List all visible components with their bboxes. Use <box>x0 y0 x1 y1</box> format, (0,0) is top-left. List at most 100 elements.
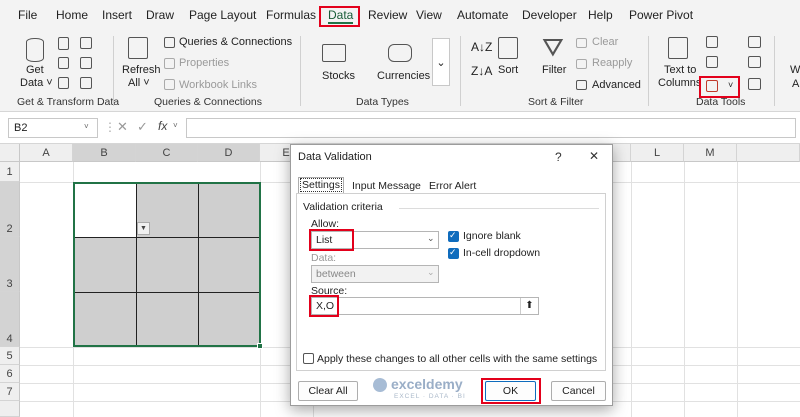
chevron-down-icon[interactable]: ˅ <box>173 121 178 130</box>
text-to-columns-label-1[interactable]: Text to <box>664 64 696 76</box>
get-data-label-2[interactable]: Data ˅ <box>20 77 53 89</box>
in-cell-dropdown-checkbox[interactable]: ✓ <box>448 247 459 259</box>
row-header[interactable]: 7 <box>0 383 20 401</box>
active-cell-b2[interactable] <box>75 184 136 237</box>
row-header[interactable]: 4 <box>0 292 20 347</box>
tab-file[interactable]: File <box>18 8 37 22</box>
what-if-analysis-label[interactable]: W <box>790 64 800 76</box>
column-header[interactable]: B <box>73 144 136 162</box>
range-selector-icon[interactable]: ⬆ <box>520 298 538 314</box>
get-data-label-1[interactable]: Get <box>26 64 44 76</box>
currency-icon <box>388 44 412 62</box>
refresh-all-label-2[interactable]: All ˅ <box>128 77 150 89</box>
help-icon[interactable]: ? <box>555 150 562 164</box>
filter-button[interactable]: Filter <box>542 64 566 76</box>
data-types-gallery-expand[interactable]: ⌄ <box>432 38 450 86</box>
apply-all-label: Apply these changes to all other cells w… <box>317 353 598 365</box>
highlight-data-tab <box>319 6 360 27</box>
what-if-analysis-label-2[interactable]: A <box>792 78 799 90</box>
clear-icon <box>576 38 587 48</box>
in-cell-dropdown-label: In-cell dropdown <box>463 247 541 259</box>
currencies-button[interactable]: Currencies <box>377 70 430 82</box>
tab-page-layout[interactable]: Page Layout <box>189 8 256 22</box>
ignore-blank-checkbox[interactable]: ✓ <box>448 230 459 242</box>
dots-icon: ⋮ <box>104 120 116 134</box>
row-header[interactable]: 6 <box>0 365 20 383</box>
section-validation-criteria: Validation criteria <box>303 201 383 213</box>
relationships-icon[interactable] <box>748 56 761 68</box>
source-input[interactable]: X,O <box>311 297 539 315</box>
stocks-button[interactable]: Stocks <box>322 70 355 82</box>
tab-error-alert[interactable]: Error Alert <box>429 180 476 192</box>
cancel-icon[interactable]: ✕ <box>117 119 128 135</box>
in-cell-dropdown-arrow-icon[interactable]: ▼ <box>137 222 150 235</box>
tab-draw[interactable]: Draw <box>146 8 174 22</box>
refresh-all-label-1[interactable]: Refresh <box>122 64 161 76</box>
column-header[interactable]: C <box>136 144 198 162</box>
tab-settings[interactable]: Settings <box>298 177 344 194</box>
row-header[interactable]: 5 <box>0 347 20 365</box>
formula-input[interactable] <box>186 118 796 138</box>
existing-connections-icon[interactable] <box>80 57 92 69</box>
insert-function-icon[interactable]: fx <box>158 119 167 133</box>
tab-developer[interactable]: Developer <box>522 8 577 22</box>
row-header[interactable] <box>0 401 20 417</box>
group-label-sort-filter: Sort & Filter <box>528 96 584 108</box>
fill-handle[interactable] <box>257 343 263 349</box>
advanced-button[interactable]: Advanced <box>592 79 641 91</box>
enter-icon[interactable]: ✓ <box>137 119 148 135</box>
manage-data-model-icon[interactable] <box>748 78 761 90</box>
name-box-dropdown-icon[interactable]: ˅ <box>84 122 89 131</box>
queries-connections-button[interactable]: Queries & Connections <box>179 36 292 48</box>
select-all-corner[interactable] <box>0 144 20 162</box>
row-header[interactable]: 2 <box>0 182 20 237</box>
tab-formulas[interactable]: Formulas <box>266 8 316 22</box>
chevron-down-icon[interactable]: ⌄ <box>427 233 435 244</box>
consolidate-icon[interactable] <box>748 36 761 48</box>
column-header[interactable]: M <box>684 144 737 162</box>
row-header[interactable]: 3 <box>0 237 20 292</box>
from-text-icon[interactable] <box>58 37 69 50</box>
clear-all-button[interactable]: Clear All <box>298 381 358 401</box>
from-table-icon[interactable] <box>58 77 69 89</box>
tab-input-message[interactable]: Input Message <box>352 180 421 192</box>
sort-button[interactable]: Sort <box>498 64 518 76</box>
sort-a-z-icon[interactable]: A↓Z <box>471 40 492 54</box>
text-to-columns-label-2[interactable]: Columns <box>658 77 701 89</box>
tab-home[interactable]: Home <box>56 8 88 22</box>
from-web-icon[interactable] <box>58 57 69 69</box>
tab-automate[interactable]: Automate <box>457 8 508 22</box>
column-header[interactable]: D <box>198 144 260 162</box>
data-select[interactable]: between <box>311 265 439 283</box>
cell-border <box>75 292 259 293</box>
column-header[interactable]: A <box>20 144 73 162</box>
clear-button[interactable]: Clear <box>592 36 618 48</box>
apply-all-checkbox[interactable] <box>303 353 314 364</box>
tab-power-pivot[interactable]: Power Pivot <box>629 8 693 22</box>
tab-help[interactable]: Help <box>588 8 613 22</box>
workbook-links-button[interactable]: Workbook Links <box>179 79 257 91</box>
column-header[interactable]: L <box>631 144 684 162</box>
filter-funnel-icon: ⛛ <box>542 32 564 62</box>
gridline <box>737 162 738 417</box>
column-header[interactable] <box>737 144 800 162</box>
reapply-button[interactable]: Reapply <box>592 57 632 69</box>
remove-duplicates-icon[interactable] <box>706 56 718 68</box>
tab-view[interactable]: View <box>416 8 442 22</box>
cancel-button[interactable]: Cancel <box>551 381 606 401</box>
separator <box>300 36 301 106</box>
tab-insert[interactable]: Insert <box>102 8 132 22</box>
close-icon[interactable]: ✕ <box>589 149 599 163</box>
properties-icon <box>164 58 175 69</box>
from-picture-icon[interactable] <box>80 77 92 89</box>
exceldemy-logo-icon <box>373 378 387 392</box>
tab-review[interactable]: Review <box>368 8 407 22</box>
recent-sources-icon[interactable] <box>80 37 92 49</box>
queries-connections-icon <box>164 37 175 48</box>
gridline <box>631 162 632 417</box>
flash-fill-icon[interactable] <box>706 36 718 48</box>
sort-icon <box>498 37 518 59</box>
properties-button[interactable]: Properties <box>179 57 229 69</box>
row-header[interactable]: 1 <box>0 162 20 182</box>
sort-z-a-icon[interactable]: Z↓A <box>471 64 492 78</box>
